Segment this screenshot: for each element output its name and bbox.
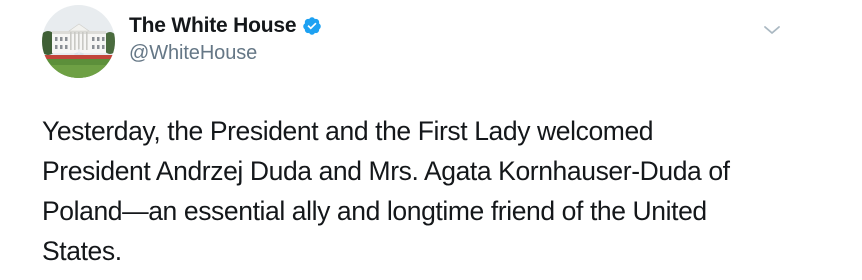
verified-badge-icon	[303, 17, 322, 35]
chevron-down-icon[interactable]	[762, 23, 782, 37]
avatar[interactable]	[42, 5, 115, 78]
tweet-card: The White House @WhiteHouse Yesterday, t…	[0, 0, 862, 280]
white-house-avatar-icon	[42, 5, 115, 78]
name-row: The White House	[129, 12, 322, 40]
display-name[interactable]: The White House	[129, 14, 297, 38]
tweet-text: Yesterday, the President and the First L…	[42, 116, 730, 266]
tweet-header: The White House @WhiteHouse	[129, 12, 322, 65]
handle[interactable]: @WhiteHouse	[129, 42, 322, 65]
